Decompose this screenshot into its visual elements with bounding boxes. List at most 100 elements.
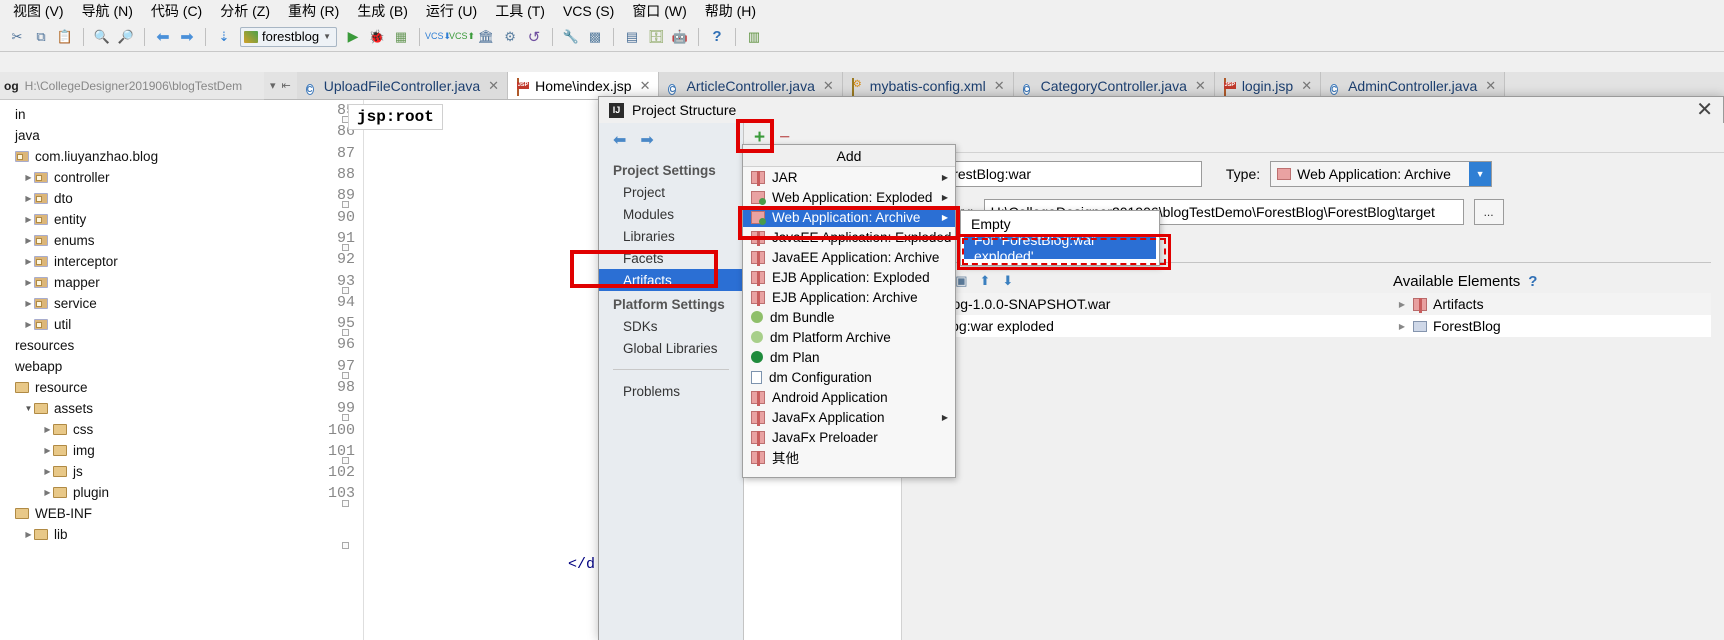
vcs-commit-icon[interactable]: VCS⬆ xyxy=(449,26,475,48)
fold-marker[interactable] xyxy=(342,329,349,336)
chevron-right-icon[interactable]: ▶ xyxy=(23,215,34,224)
close-icon[interactable]: ✕ xyxy=(488,78,499,94)
sidebar-item-facets[interactable]: Facets xyxy=(599,247,743,269)
fold-marker[interactable] xyxy=(342,500,349,507)
tree-node[interactable]: java xyxy=(0,125,264,146)
sidebar-item-project[interactable]: Project xyxy=(599,181,743,203)
tree-node[interactable]: ▶ dto xyxy=(0,188,264,209)
search-structurally-icon[interactable]: 🔎 xyxy=(115,26,137,48)
add-menu-item-10[interactable]: dm Configuration xyxy=(743,367,955,387)
menu-item-0[interactable]: 视图 (V) xyxy=(4,0,73,22)
chevron-right-icon[interactable]: ▶ xyxy=(23,320,34,329)
tree-node[interactable]: ▶ controller xyxy=(0,167,264,188)
debug-icon[interactable]: 🐞 xyxy=(366,26,388,48)
chevron-right-icon[interactable]: ▶ xyxy=(23,236,34,245)
available-elements-list[interactable]: ▶ Artifacts ▶ ForestBlog xyxy=(1393,293,1711,337)
menu-item-4[interactable]: 重构 (R) xyxy=(279,0,348,22)
tree-node[interactable]: ▶ js xyxy=(0,461,264,482)
back-arrow-icon[interactable]: ⬅ xyxy=(613,130,626,150)
move-up-icon[interactable]: ⬆ xyxy=(979,273,990,289)
output-layout-list[interactable]: Blog-1.0.0-SNAPSHOT.war estBlog:war explo… xyxy=(916,293,1393,337)
database-icon[interactable]: 🗄 xyxy=(645,26,667,48)
add-menu-item-0[interactable]: JAR ▶ xyxy=(743,167,955,187)
tree-node[interactable]: ▶ img xyxy=(0,440,264,461)
fold-marker[interactable] xyxy=(342,201,349,208)
add-menu-item-2[interactable]: Web Application: Archive ▶ xyxy=(743,207,955,227)
tree-node[interactable]: resources xyxy=(0,335,264,356)
close-icon[interactable]: ✕ xyxy=(823,78,834,94)
sidebar-item-problems[interactable]: Problems xyxy=(599,380,743,402)
project-structure-icon[interactable]: 🔧 xyxy=(560,26,582,48)
artifact-type-select[interactable]: Web Application: Archive ▼ xyxy=(1270,161,1493,187)
add-menu-item-6[interactable]: EJB Application: Archive xyxy=(743,287,955,307)
paste-icon[interactable]: 📋 xyxy=(54,26,76,48)
sort-icon[interactable]: ⇣ xyxy=(213,26,235,48)
available-element-row[interactable]: ▶ ForestBlog xyxy=(1393,315,1711,337)
menu-item-5[interactable]: 生成 (B) xyxy=(348,0,417,22)
artifact-name-input[interactable]: ForestBlog:war xyxy=(929,161,1202,187)
fold-marker[interactable] xyxy=(342,372,349,379)
fold-marker[interactable] xyxy=(342,414,349,421)
browse-button[interactable]: ... xyxy=(1473,199,1504,225)
web-app-archive-submenu[interactable]: Empty For 'ForestBlog:war exploded' xyxy=(960,210,1160,266)
fold-marker[interactable] xyxy=(342,287,349,294)
edit-element-icon[interactable]: ▣ xyxy=(955,273,967,289)
chevron-down-icon[interactable]: ▼ xyxy=(23,404,34,413)
output-layout-row[interactable]: Blog-1.0.0-SNAPSHOT.war xyxy=(916,293,1393,315)
editor-tab-0[interactable]: C UploadFileController.java ✕ xyxy=(296,72,509,99)
help-icon[interactable]: ? xyxy=(706,26,728,48)
close-icon[interactable]: ✕ xyxy=(640,78,651,94)
close-icon[interactable]: ✕ xyxy=(994,78,1005,94)
fold-marker[interactable] xyxy=(342,457,349,464)
editor-tab-3[interactable]: mybatis-config.xml ✕ xyxy=(842,72,1014,99)
add-menu-item-4[interactable]: JavaEE Application: Archive xyxy=(743,247,955,267)
project-tree[interactable]: in java com.liuyanzhao.blog ▶ controller ▶ dto… xyxy=(0,100,264,545)
chevron-right-icon[interactable]: ▶ xyxy=(1397,300,1407,309)
add-menu-item-12[interactable]: JavaFx Application ▶ xyxy=(743,407,955,427)
android-icon[interactable]: 🤖 xyxy=(669,26,691,48)
menu-item-6[interactable]: 运行 (U) xyxy=(417,0,486,22)
chevron-right-icon[interactable]: ▶ xyxy=(42,446,53,455)
sidebar-item-modules[interactable]: Modules xyxy=(599,203,743,225)
chevron-right-icon[interactable]: ▶ xyxy=(1397,322,1407,331)
sidebar-item-sdks[interactable]: SDKs xyxy=(599,315,743,337)
forward-arrow-icon[interactable]: ➡ xyxy=(640,130,653,150)
search-icon[interactable]: 🔍 xyxy=(91,26,113,48)
add-menu-item-7[interactable]: dm Bundle xyxy=(743,307,955,327)
tree-node[interactable]: ▶ service xyxy=(0,293,264,314)
breadcrumb[interactable]: jsp:root xyxy=(348,104,443,130)
sidebar-item-artifacts[interactable]: Artifacts xyxy=(599,269,743,291)
chevron-down-icon[interactable]: ▾ xyxy=(270,79,276,92)
tree-node[interactable]: in xyxy=(0,104,264,125)
select-opened-file-icon[interactable]: ⇤ xyxy=(282,79,291,92)
fold-marker[interactable] xyxy=(342,542,349,549)
tree-node[interactable]: ▶ interceptor xyxy=(0,251,264,272)
settings-sync-icon[interactable]: ⚙ xyxy=(499,26,521,48)
sidebar-item-global-libraries[interactable]: Global Libraries xyxy=(599,337,743,359)
menu-item-9[interactable]: 窗口 (W) xyxy=(623,0,695,22)
chevron-right-icon[interactable]: ▶ xyxy=(23,257,34,266)
chevron-right-icon[interactable]: ▶ xyxy=(42,488,53,497)
chevron-right-icon[interactable]: ▶ xyxy=(42,425,53,434)
tree-node[interactable]: ▶ entity xyxy=(0,209,264,230)
forward-icon[interactable]: ➡ xyxy=(176,26,198,48)
menu-item-10[interactable]: 帮助 (H) xyxy=(696,0,765,22)
sdk-manager-icon[interactable]: ▥ xyxy=(743,26,765,48)
chevron-right-icon[interactable]: ▶ xyxy=(23,299,34,308)
add-menu-item-9[interactable]: dm Plan xyxy=(743,347,955,367)
chevron-right-icon[interactable]: ▶ xyxy=(42,467,53,476)
tree-node[interactable]: resource xyxy=(0,377,264,398)
run-icon[interactable]: ▶ xyxy=(342,26,364,48)
chevron-right-icon[interactable]: ▶ xyxy=(23,278,34,287)
tree-node[interactable]: ▼ assets xyxy=(0,398,264,419)
copy-icon[interactable]: ⧉ xyxy=(30,26,52,48)
coverage-icon[interactable]: ▦ xyxy=(390,26,412,48)
menu-item-1[interactable]: 导航 (N) xyxy=(73,0,142,22)
tree-node[interactable]: ▶ mapper xyxy=(0,272,264,293)
submenu-item-1[interactable]: For 'ForestBlog:war exploded' xyxy=(964,232,1156,264)
back-icon[interactable]: ⬅ xyxy=(152,26,174,48)
editor-tab-2[interactable]: C ArticleController.java ✕ xyxy=(659,72,843,99)
menu-item-7[interactable]: 工具 (T) xyxy=(486,0,554,22)
tree-node[interactable]: ▶ css xyxy=(0,419,264,440)
menu-item-3[interactable]: 分析 (Z) xyxy=(211,0,279,22)
